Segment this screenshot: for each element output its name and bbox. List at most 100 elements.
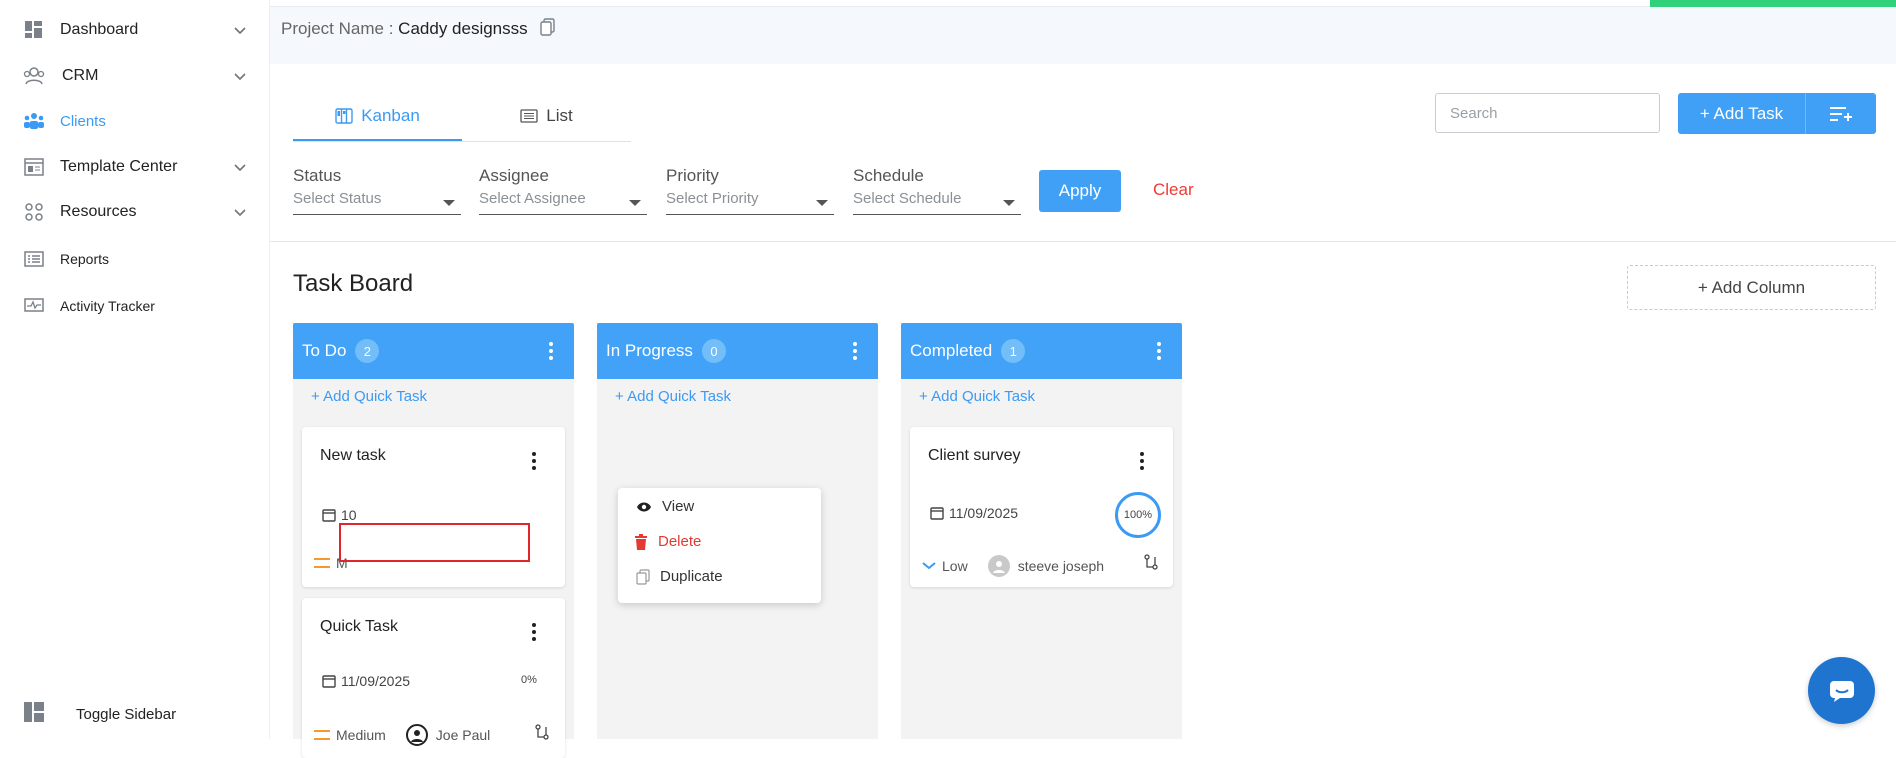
priority-filter: Priority Select Priority	[666, 166, 834, 215]
task-date: 10	[322, 507, 357, 523]
toggle-sidebar-label: Toggle Sidebar	[76, 706, 177, 723]
assignee-name: steeve joseph	[1017, 558, 1105, 574]
caret-down-icon	[816, 200, 828, 206]
sidebar-item-clients[interactable]: Clients	[22, 105, 248, 137]
subtask-icon[interactable]	[534, 724, 550, 740]
calendar-icon	[322, 509, 336, 522]
chevron-down-icon	[234, 73, 246, 81]
column-title: Completed	[910, 341, 993, 360]
caret-down-icon	[629, 200, 641, 206]
menu-item-delete[interactable]: Delete	[634, 533, 701, 550]
select-placeholder: Select Schedule	[853, 190, 962, 207]
tab-list[interactable]: List	[462, 92, 631, 140]
add-column-button[interactable]: + Add Column	[1627, 265, 1876, 310]
clear-button[interactable]: Clear	[1153, 180, 1194, 200]
task-card[interactable]: Quick Task 11/09/2025 0% Medium Joe Paul	[302, 598, 565, 758]
filter-label: Status	[293, 166, 342, 185]
sidebar-item-crm[interactable]: CRM	[22, 60, 248, 92]
task-date-text: 10	[341, 507, 357, 523]
project-name: Caddy designsss	[398, 18, 528, 38]
menu-item-view[interactable]: View	[636, 498, 694, 515]
list-icon	[520, 109, 538, 123]
dashboard-icon	[22, 19, 46, 41]
template-icon	[22, 156, 46, 178]
schedule-filter: Schedule Select Schedule	[853, 166, 1021, 215]
search-input[interactable]	[1435, 93, 1660, 133]
menu-item-label: Delete	[658, 533, 702, 550]
assignee-select[interactable]: Select Assignee	[479, 188, 647, 215]
select-placeholder: Select Priority	[666, 190, 759, 207]
add-task-button[interactable]: + Add Task	[1678, 93, 1805, 134]
status-select[interactable]: Select Status	[293, 188, 461, 215]
sidebar-item-label: Clients	[60, 112, 106, 130]
copy-icon[interactable]	[540, 18, 556, 41]
sidebar-item-activity-tracker[interactable]: Activity Tracker	[22, 290, 248, 322]
project-name-label: Project Name :	[281, 18, 394, 38]
schedule-select[interactable]: Select Schedule	[853, 188, 1021, 215]
more-vertical-icon[interactable]	[531, 451, 537, 471]
highlight-box	[339, 523, 530, 562]
more-vertical-icon[interactable]	[548, 341, 554, 361]
add-quick-task-button[interactable]: + Add Quick Task	[311, 388, 427, 405]
task-card[interactable]: Client survey 11/09/2025 100% Low steeve…	[910, 427, 1173, 587]
calendar-icon	[322, 675, 336, 688]
chat-icon	[1829, 680, 1854, 702]
priority-low-icon	[922, 562, 936, 570]
avatar	[987, 555, 1010, 577]
filter-label: Schedule	[853, 166, 924, 185]
sidebar-item-dashboard[interactable]: Dashboard	[22, 14, 248, 46]
more-vertical-icon[interactable]	[531, 622, 537, 642]
subtask-icon[interactable]	[1143, 554, 1159, 570]
task-card[interactable]: New task 10 M	[302, 427, 565, 587]
activity-icon	[22, 295, 46, 317]
duplicate-icon	[636, 568, 650, 585]
add-task-options-button[interactable]	[1805, 93, 1876, 134]
more-vertical-icon[interactable]	[1139, 451, 1145, 471]
select-placeholder: Select Assignee	[479, 190, 586, 207]
sidebar-item-label: Resources	[60, 203, 137, 220]
column-header: To Do 2	[293, 323, 574, 379]
assignee-name: Joe Paul	[435, 727, 491, 743]
column-title: In Progress	[606, 341, 693, 360]
task-title: New task	[320, 447, 386, 464]
project-name-row: Project Name : Caddy designsss	[281, 18, 556, 41]
task-progress: 100%	[1123, 509, 1153, 521]
view-tabs: Kanban List	[293, 92, 631, 142]
column-completed: Completed 1 + Add Quick Task Client surv…	[901, 323, 1182, 739]
sidebar-item-label: CRM	[62, 67, 99, 84]
avatar	[405, 724, 428, 746]
clients-icon	[22, 110, 46, 132]
add-quick-task-button[interactable]: + Add Quick Task	[615, 388, 731, 405]
priority-select[interactable]: Select Priority	[666, 188, 834, 215]
toggle-sidebar-button[interactable]: Toggle Sidebar	[22, 700, 176, 729]
column-count-badge: 2	[355, 339, 380, 363]
sidebar-toggle-icon	[22, 700, 46, 729]
reports-icon	[22, 248, 46, 270]
apply-button[interactable]: Apply	[1039, 170, 1121, 212]
more-vertical-icon[interactable]	[1156, 341, 1162, 361]
resources-icon	[22, 201, 46, 223]
chevron-down-icon	[234, 164, 246, 172]
column-header: Completed 1	[901, 323, 1182, 379]
more-vertical-icon[interactable]	[852, 341, 858, 361]
caret-down-icon	[443, 200, 455, 206]
menu-item-duplicate[interactable]: Duplicate	[636, 568, 723, 585]
column-count-badge: 0	[701, 339, 726, 363]
list-add-icon	[1830, 106, 1852, 121]
task-date: 11/09/2025	[322, 673, 410, 689]
add-quick-task-button[interactable]: + Add Quick Task	[919, 388, 1035, 405]
chevron-down-icon	[234, 209, 246, 217]
trash-icon	[635, 533, 647, 550]
menu-item-label: Duplicate	[660, 568, 723, 585]
sidebar-item-resources[interactable]: Resources	[22, 196, 248, 228]
sidebar-item-reports[interactable]: Reports	[22, 243, 248, 275]
chat-button[interactable]	[1808, 657, 1875, 724]
sidebar: Dashboard CRM Clients Template Center Re…	[0, 0, 270, 739]
priority-text: Low	[942, 558, 968, 574]
filter-label: Assignee	[479, 166, 549, 185]
divider	[270, 241, 1896, 242]
task-date: 11/09/2025	[930, 505, 1018, 521]
select-placeholder: Select Status	[293, 190, 382, 207]
tab-kanban[interactable]: Kanban	[293, 92, 462, 141]
sidebar-item-template-center[interactable]: Template Center	[22, 151, 248, 183]
